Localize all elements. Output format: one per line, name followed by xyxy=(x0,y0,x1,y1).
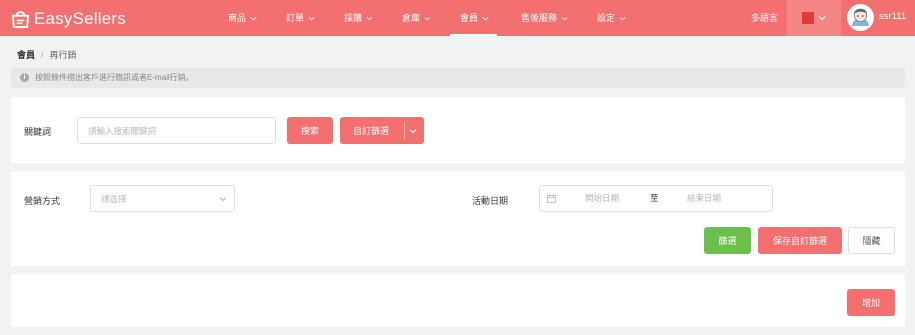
username[interactable]: ssr111 xyxy=(879,0,906,36)
filter-button-label: 篩選 xyxy=(718,236,737,246)
user-avatar-icon xyxy=(847,4,874,31)
nav-item-settings[interactable]: 設定 xyxy=(597,0,626,36)
nav-item-members[interactable]: 會員 xyxy=(449,0,498,36)
info-bar: i 按照條件撈出客戶進行簡訊或者E-mail行銷。 xyxy=(11,67,905,88)
info-text: 按照條件撈出客戶進行簡訊或者E-mail行銷。 xyxy=(35,73,194,82)
chevron-down-icon xyxy=(366,16,373,20)
language-label[interactable]: 多語言 xyxy=(751,0,778,36)
top-navigation-bar: EasySellers 商品 訂單 採購 倉庫 會員 售後服務 設定 多語言 s… xyxy=(0,0,915,36)
chevron-down-icon[interactable] xyxy=(409,127,417,135)
filter-button[interactable]: 篩選 xyxy=(704,227,751,254)
chevron-down-icon xyxy=(561,16,568,20)
nav-item-label: 倉庫 xyxy=(402,13,421,23)
info-icon: i xyxy=(20,73,29,82)
activity-date-range-picker[interactable]: 開始日期 至 結束日期 xyxy=(539,185,773,212)
nav-item-label: 採購 xyxy=(344,13,363,23)
date-separator: 至 xyxy=(650,193,659,203)
activity-date-label: 活動日期 xyxy=(472,196,509,206)
breadcrumb-root[interactable]: 會員 xyxy=(17,48,35,61)
nav-item-orders[interactable]: 訂單 xyxy=(286,0,315,36)
custom-filter-button-label: 自訂篩選 xyxy=(353,126,390,136)
nav-item-purchasing[interactable]: 採購 xyxy=(344,0,373,36)
nav-item-label: 售後服務 xyxy=(521,13,558,23)
chevron-down-icon xyxy=(482,16,489,20)
keyword-placeholder: 請輸入搜索關鍵詞 xyxy=(88,125,157,136)
list-panel: 增加 xyxy=(11,274,905,327)
nav-item-label: 會員 xyxy=(460,13,479,23)
nav-item-after-sales[interactable]: 售後服務 xyxy=(521,0,568,36)
split-divider xyxy=(404,122,405,139)
save-custom-filter-button[interactable]: 保存自訂篩選 xyxy=(758,227,842,254)
flag-icon xyxy=(802,12,814,24)
search-button[interactable]: 搜索 xyxy=(287,117,333,144)
search-panel: 關鍵詞 請輸入搜索關鍵詞 搜索 自訂篩選 xyxy=(11,97,905,163)
nav-item-label: 訂單 xyxy=(286,13,305,23)
save-custom-filter-button-label: 保存自訂篩選 xyxy=(772,236,827,246)
nav-item-label: 商品 xyxy=(228,13,247,23)
marketing-method-placeholder: 請选择 xyxy=(101,193,127,204)
add-button-label: 增加 xyxy=(861,298,880,308)
breadcrumb-current: 再行銷 xyxy=(49,50,77,60)
nav-item-warehouse[interactable]: 倉庫 xyxy=(402,0,431,36)
breadcrumb-separator: / xyxy=(41,49,44,60)
chevron-down-icon xyxy=(308,16,315,20)
end-date-placeholder[interactable]: 結束日期 xyxy=(687,186,721,211)
marketing-method-label: 營銷方式 xyxy=(24,196,61,206)
nav-item-products[interactable]: 商品 xyxy=(228,0,257,36)
keyword-input[interactable]: 請輸入搜索關鍵詞 xyxy=(77,117,276,144)
nav-item-label: 設定 xyxy=(597,13,616,23)
keyword-label: 關鍵詞 xyxy=(24,127,52,137)
marketing-method-select[interactable]: 請选择 xyxy=(90,185,235,212)
calendar-icon xyxy=(547,194,556,203)
chevron-down-icon xyxy=(424,16,431,20)
search-button-label: 搜索 xyxy=(300,126,319,136)
avatar[interactable] xyxy=(847,4,874,31)
logo-text: EasySellers xyxy=(34,9,126,28)
hide-button-label: 隱藏 xyxy=(862,236,881,246)
filter-panel: 營銷方式 請选择 活動日期 開始日期 至 結束日期 篩選 保存自訂篩選 隱藏 xyxy=(11,171,905,266)
chevron-down-icon xyxy=(619,16,626,20)
logo-icon xyxy=(11,10,30,28)
language-selector[interactable] xyxy=(787,0,841,36)
chevron-down-icon xyxy=(818,16,826,21)
start-date-placeholder[interactable]: 開始日期 xyxy=(585,186,619,211)
add-button[interactable]: 增加 xyxy=(847,289,895,316)
custom-filter-button[interactable]: 自訂篩選 xyxy=(340,117,424,144)
breadcrumb: 會員 / 再行銷 xyxy=(17,48,77,61)
chevron-down-icon xyxy=(250,16,257,20)
chevron-down-icon xyxy=(219,197,227,202)
hide-button[interactable]: 隱藏 xyxy=(848,227,895,254)
logo[interactable]: EasySellers xyxy=(11,9,126,29)
